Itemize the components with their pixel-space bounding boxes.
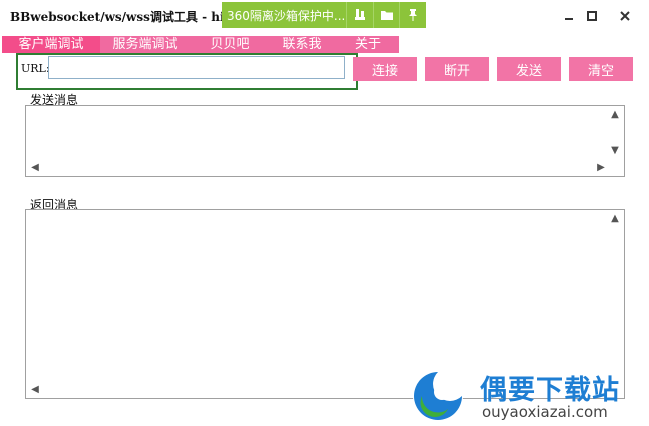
tab-contact[interactable]: 联系我 (270, 36, 334, 53)
folder-icon[interactable] (373, 2, 400, 28)
pin-icon[interactable] (399, 2, 426, 28)
window-title: BBwebsocket/ws/wss调试工具 - hi (10, 10, 225, 24)
scroll-up-arrow-icon[interactable]: ▲ (609, 109, 621, 121)
watermark-logo-icon (413, 371, 463, 421)
close-icon[interactable] (614, 6, 636, 26)
disconnect-button[interactable]: 断开 (425, 57, 489, 81)
watermark: 偶要下载站 ouyaoxiazai.com (402, 365, 647, 425)
tab-client-debug[interactable]: 客户端调试 (2, 36, 100, 53)
sandbox-banner: 360隔离沙箱保护中... (222, 2, 426, 28)
tab-server-debug[interactable]: 服务端调试 (102, 36, 188, 53)
maximize-icon[interactable] (581, 6, 603, 26)
scroll-left-arrow-icon[interactable]: ◀ (29, 384, 41, 396)
send-message-textarea[interactable]: ▲ ▼ ◀ ▶ (25, 105, 625, 177)
scroll-right-arrow-icon[interactable]: ▶ (595, 162, 607, 174)
sandbox-status-text: 360隔离沙箱保护中... (227, 9, 346, 23)
scroll-up-arrow-icon[interactable]: ▲ (609, 213, 621, 225)
title-bar: BBwebsocket/ws/wss调试工具 - hi 360隔离沙箱保护中..… (0, 0, 649, 33)
url-input[interactable] (48, 56, 345, 79)
tab-about[interactable]: 关于 (338, 36, 398, 53)
connect-button[interactable]: 连接 (353, 57, 417, 81)
scroll-down-arrow-icon[interactable]: ▼ (609, 145, 621, 157)
watermark-url: ouyaoxiazai.com (482, 403, 608, 421)
send-button[interactable]: 发送 (497, 57, 561, 81)
tab-beibei[interactable]: 贝贝吧 (198, 36, 262, 53)
sandbox-clean-icon[interactable] (346, 2, 373, 28)
watermark-title: 偶要下载站 (480, 375, 620, 406)
minimize-icon[interactable] (558, 6, 580, 26)
tab-bar: 客户端调试 服务端调试 贝贝吧 联系我 关于 (2, 36, 399, 53)
clear-button[interactable]: 清空 (569, 57, 633, 81)
scroll-left-arrow-icon[interactable]: ◀ (29, 162, 41, 174)
url-label: URL: (21, 62, 50, 75)
